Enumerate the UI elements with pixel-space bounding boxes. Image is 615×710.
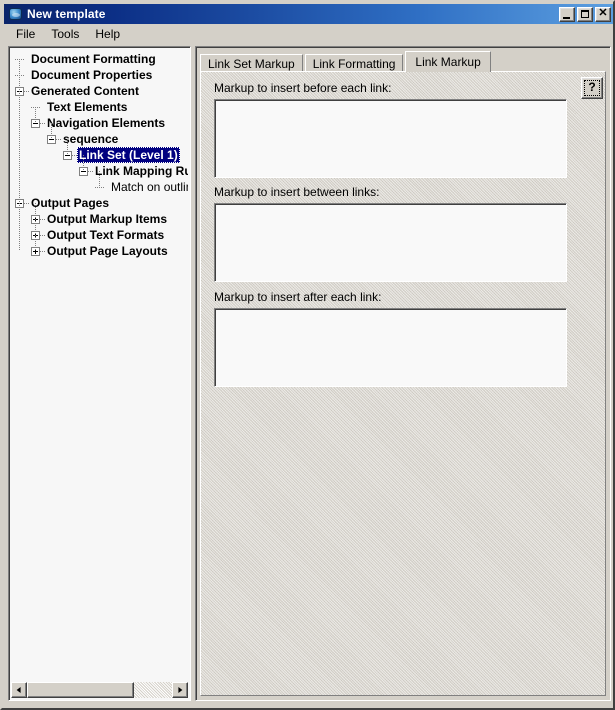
- tree-item-label-selected[interactable]: Link Set (Level 1): [77, 147, 180, 163]
- tree-item-label[interactable]: sequence: [61, 131, 120, 147]
- tree-connector-line: [99, 171, 100, 187]
- tree-item-label[interactable]: Text Elements: [45, 99, 129, 115]
- tree-item[interactable]: Document Formatting: [11, 51, 188, 67]
- markup-after-textarea[interactable]: [214, 308, 567, 387]
- tree-item[interactable]: Output Text Formats: [11, 227, 188, 243]
- tree-item[interactable]: Output Pages: [11, 195, 188, 211]
- tree-item[interactable]: Output Markup Items: [11, 211, 188, 227]
- tree-connector-line: [35, 107, 36, 123]
- scroll-right-icon[interactable]: [172, 682, 188, 698]
- tree-item-label[interactable]: Output Pages: [29, 195, 111, 211]
- scroll-left-icon[interactable]: [11, 682, 27, 698]
- maximize-icon[interactable]: [577, 6, 593, 22]
- menu-item-file[interactable]: File: [8, 25, 43, 43]
- tree-connector-line: [19, 59, 20, 251]
- tree-item-label[interactable]: Generated Content: [29, 83, 141, 99]
- tree-item-label[interactable]: Document Formatting: [29, 51, 158, 67]
- help-question-icon[interactable]: ?: [581, 77, 603, 99]
- label-markup-between: Markup to insert between links:: [214, 185, 380, 199]
- tree-connector-line: [51, 123, 52, 139]
- menu-item-help[interactable]: Help: [87, 25, 128, 43]
- tree-connector-line: [95, 187, 104, 188]
- close-icon[interactable]: ✕: [595, 6, 611, 22]
- scrollbar-thumb[interactable]: [27, 682, 135, 698]
- title-bar: New template ✕: [4, 4, 613, 24]
- tree-connector-line: [83, 155, 84, 171]
- tree-connector-line: [35, 203, 36, 251]
- tree-item-label[interactable]: Document Properties: [29, 67, 154, 83]
- tab-link-markup[interactable]: Link Markup: [405, 51, 491, 72]
- tree-item-label[interactable]: Output Page Layouts: [45, 243, 170, 259]
- menu-item-tools[interactable]: Tools: [43, 25, 87, 43]
- tree-connector-line: [67, 139, 68, 155]
- tree-item-label[interactable]: Navigation Elements: [45, 115, 167, 131]
- tree-item[interactable]: Navigation Elements: [11, 115, 188, 131]
- tree-item-label[interactable]: Link Mapping Ru: [93, 163, 188, 179]
- markup-before-textarea[interactable]: [214, 99, 567, 178]
- tree-panel: Document Formatting Document Properties Ge…: [8, 46, 191, 701]
- tree-item-label[interactable]: Output Markup Items: [45, 211, 169, 227]
- template-tree[interactable]: Document Formatting Document Properties Ge…: [11, 49, 188, 682]
- scrollbar-track[interactable]: [27, 682, 172, 698]
- minimize-icon[interactable]: [559, 6, 575, 22]
- tree-item[interactable]: Document Properties: [11, 67, 188, 83]
- tree-item[interactable]: Text Elements: [11, 99, 188, 115]
- content-panel: Link Set Markup Link Formatting Link Mar…: [195, 46, 611, 701]
- tree-item[interactable]: Generated Content: [11, 83, 188, 99]
- menu-bar: File Tools Help: [4, 24, 613, 44]
- help-button-glyph: ?: [588, 80, 596, 94]
- tree-item[interactable]: sequence: [11, 131, 188, 147]
- tree-item[interactable]: Link Set (Level 1): [11, 147, 188, 163]
- label-markup-after: Markup to insert after each link:: [214, 290, 382, 304]
- window-title: New template: [27, 7, 106, 21]
- app-globe-icon: [8, 6, 24, 22]
- tab-strip: Link Set Markup Link Formatting Link Mar…: [200, 50, 606, 73]
- tree-item-label[interactable]: Output Text Formats: [45, 227, 166, 243]
- application-window: New template ✕ File Tools Help Document …: [0, 0, 615, 710]
- tree-item-label[interactable]: Match on outlin: [109, 179, 188, 195]
- tab-panel-link-markup: Markup to insert before each link: Marku…: [200, 71, 606, 696]
- label-markup-before: Markup to insert before each link:: [214, 81, 392, 95]
- tree-item[interactable]: Output Page Layouts: [11, 243, 188, 259]
- tree-horizontal-scrollbar[interactable]: [11, 682, 188, 698]
- markup-between-textarea[interactable]: [214, 203, 567, 282]
